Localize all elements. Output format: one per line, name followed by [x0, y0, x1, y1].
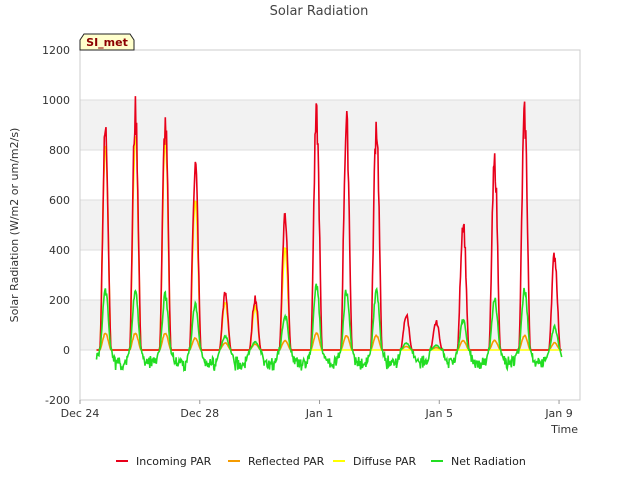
y-axis-label: Solar Radiation (W/m2 or um/m2/s) [8, 128, 21, 323]
legend: Incoming PAR Reflected PAR Diffuse PAR Net … [116, 455, 526, 468]
legend-label: Net Radiation [451, 455, 526, 468]
y-tick-label: 200 [49, 294, 70, 307]
x-tick-label: Jan 5 [425, 407, 453, 420]
legend-label: Reflected PAR [248, 455, 325, 468]
solar-radiation-chart: Solar Radiation -200 0 200 400 600 800 1000 120… [8, 4, 581, 468]
y-tick-label: 1000 [42, 94, 70, 107]
background-band [80, 200, 580, 250]
x-tick-label: Jan 1 [305, 407, 333, 420]
y-tick-label: 400 [49, 244, 70, 257]
x-tick-label: Jan 9 [544, 407, 572, 420]
y-axis-ticks: -200 0 200 400 600 800 1000 1200 [42, 44, 70, 407]
background-band [80, 100, 580, 150]
y-tick-label: -200 [45, 394, 70, 407]
y-tick-label: 0 [63, 344, 70, 357]
legend-label: Incoming PAR [136, 455, 212, 468]
plot-background [80, 50, 580, 400]
x-axis-label: Time [550, 423, 578, 436]
station-badge-label: SI_met [86, 36, 128, 49]
y-tick-label: 800 [49, 144, 70, 157]
chart-title: Solar Radiation [270, 4, 369, 19]
station-badge: SI_met [79, 33, 135, 51]
x-tick-label: Dec 24 [61, 407, 100, 420]
y-tick-label: 600 [49, 194, 70, 207]
x-axis-ticks: Dec 24 Dec 28 Jan 1 Jan 5 Jan 9 [61, 400, 573, 420]
x-tick-label: Dec 28 [180, 407, 219, 420]
legend-label: Diffuse PAR [353, 455, 417, 468]
y-tick-label: 1200 [42, 44, 70, 57]
background-band [80, 300, 580, 350]
